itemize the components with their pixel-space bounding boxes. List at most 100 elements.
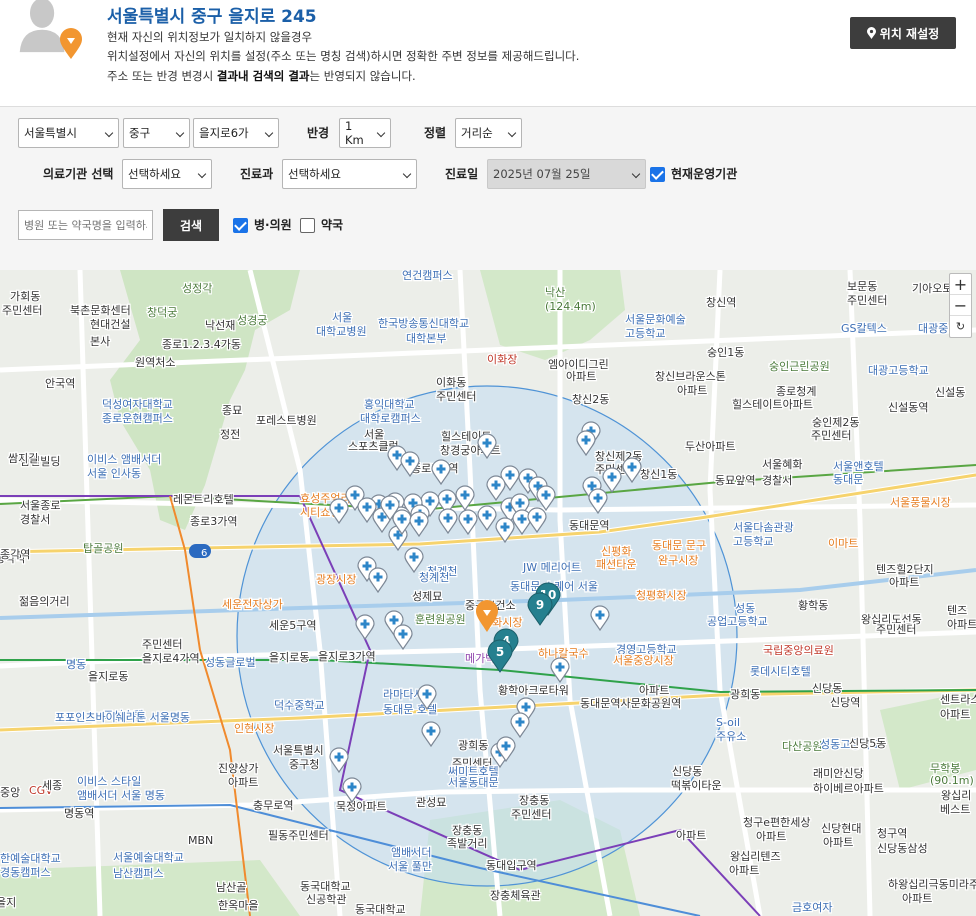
map-place-label: 대광고등학교 (868, 364, 929, 377)
map-place-label: 대학본부 (406, 332, 446, 345)
map-reset-button[interactable]: ↻ (950, 316, 971, 337)
operating-checkbox[interactable] (650, 167, 665, 182)
map-place-label: 서울 풀만 (388, 860, 432, 873)
map-place-label: 서울예술대학교 (113, 851, 184, 864)
map-place-label: 주민센터 (511, 808, 551, 821)
map-place-label: 주민센터 (142, 638, 182, 651)
map-place-label: 중구청 (289, 758, 319, 771)
institution-search-input[interactable] (18, 210, 153, 240)
sort-label: 정렬 (424, 126, 447, 140)
map-place-label: 창신2동 (572, 393, 609, 406)
map-place-label: 주민센터 (2, 304, 42, 317)
map-place-label: 왕십리 (941, 789, 971, 802)
map-view[interactable]: 연건캠퍼스 낙산 (124.4m) 창신역 보문동 주민센터 기아오토 가회동 주민센터 성정각 창… (0, 270, 976, 916)
map-place-label: 청구e편한세상 (743, 816, 811, 829)
map-place-label: 세종 (42, 779, 62, 792)
map-place-label: 떡볶이타운 (671, 779, 722, 792)
map-place-label: 장충체육관 (490, 889, 541, 902)
map-place-label: 앰배서더 서울 명동 (77, 789, 165, 802)
map-place-label: 낙산 (545, 286, 565, 299)
map-place-label: 덕수중학교 (274, 699, 325, 712)
map-place-label: 앰배서더 (391, 846, 431, 859)
map-place-label: 동대입구역 (486, 859, 537, 872)
search-button[interactable]: 검색 (163, 209, 219, 241)
map-place-label: 진양상가 (218, 762, 258, 775)
map-place-label: 연건캠퍼스 (402, 270, 453, 282)
map-place-label: 이비스 스타일 (77, 774, 141, 788)
map-place-label: 동묘앞역 (715, 474, 755, 487)
map-place-label: 신당동 (672, 765, 702, 778)
sido-select[interactable]: 서울특별시 (18, 118, 119, 148)
map-place-label: 하왕십리극동미라주 (888, 877, 976, 891)
map-place-label: 서울 (332, 311, 352, 324)
map-place-label: 센트라스 (940, 693, 976, 706)
map-place-label: 창신브라운스톤 (655, 370, 726, 383)
map-place-label: 아파트 (677, 384, 707, 397)
hospital-checkbox[interactable] (233, 218, 248, 233)
map-place-label: 아파트 (947, 618, 976, 631)
zoom-out-button[interactable]: − (950, 295, 971, 316)
dept-label: 진료과 (240, 167, 274, 181)
sigungu-select[interactable]: 중구 (123, 118, 190, 148)
map-place-label: 아파트 (639, 684, 669, 697)
map-place-label: 성정각 (182, 282, 212, 295)
map-place-label: 이마트 (828, 537, 858, 550)
map-place-label: 경동캠퍼스 (0, 866, 51, 879)
map-place-label: 아파트 (823, 836, 853, 849)
map-place-label: 하나칼국수 (538, 646, 589, 660)
cluster-count: 9 (536, 598, 544, 612)
pharmacy-checkbox[interactable] (300, 218, 315, 233)
location-info-panel: 서울특별시 중구 을지로 245 현재 자신의 위치정보가 일치하지 않을경우 … (0, 0, 976, 107)
map-place-label: MBN (188, 834, 213, 847)
map-place-label: 보문동 (847, 280, 877, 293)
map-place-label: 을지로동 (88, 670, 128, 683)
map-place-label: 동국대학교 (300, 880, 351, 893)
current-address: 서울특별시 중구 을지로 245 (107, 7, 317, 27)
map-place-label: 장충동 (452, 824, 482, 837)
map-place-label: 고등학교 (733, 535, 773, 548)
map-place-label: 베스트 (940, 803, 970, 816)
map-place-label: 성동글로벌 (205, 656, 256, 669)
institution-select[interactable]: 선택하세요 (122, 159, 212, 189)
map-place-label: 신설동역 (888, 401, 928, 414)
map-place-label: 훈련원공원 (415, 613, 466, 626)
map-place-label: 남산골 (216, 881, 246, 894)
map-canvas[interactable]: 연건캠퍼스낙산(124.4m) 창신역보문동주민센터기아오토가회동주민센터성정각창… (0, 270, 976, 916)
map-place-label: 동대문 문구 (652, 539, 706, 552)
map-place-label: 세운5구역 (269, 619, 316, 632)
sort-select[interactable]: 거리순 (455, 118, 522, 148)
map-place-label: 명동역 (64, 807, 94, 820)
map-place-label: 한예술대학교 (0, 852, 61, 865)
institution-label: 의료기관 선택 (43, 167, 114, 181)
map-place-label: 경찰서 (20, 513, 50, 526)
map-place-label: 명동 (66, 658, 86, 671)
map-place-label: 동대문 (833, 473, 863, 486)
map-place-label: 광희동 (730, 688, 760, 701)
map-place-label: 장충동 (519, 794, 549, 807)
map-place-label: 젊음의거리 (19, 595, 70, 608)
radius-select[interactable]: 1 Km (339, 118, 391, 148)
map-place-label: 묵정아파트 (336, 800, 387, 813)
map-place-label: 성제묘 (412, 590, 442, 603)
map-place-label: 서울 인사동 (87, 467, 141, 480)
location-reset-button[interactable]: 위치 재설정 (850, 17, 956, 49)
zoom-in-button[interactable]: + (950, 274, 971, 295)
map-place-label: 주유소 (716, 730, 746, 743)
map-place-label: 을지로4가역 (142, 652, 200, 665)
map-place-label: 이화동 (436, 376, 466, 389)
map-place-label: 신설동 (935, 386, 965, 399)
map-place-label: 국립중앙의료원 (763, 644, 834, 657)
dong-select[interactable]: 을지로6가 (193, 118, 279, 148)
map-place-label: 한옥마을 (218, 899, 258, 912)
map-place-label: 신당역 (830, 696, 860, 709)
map-place-label: 레몬트리호텔 (173, 493, 234, 506)
map-place-label: 종로운현캠퍼스 (102, 412, 173, 425)
map-place-label: 서울중앙시장 (613, 654, 674, 667)
map-place-label: 주민센터 (876, 623, 916, 636)
map-place-label: 안국역 (45, 377, 75, 390)
map-place-label: 창덕궁 (147, 306, 177, 319)
dept-select[interactable]: 선택하세요 (282, 159, 417, 189)
date-select[interactable]: 2025년 07월 25일 (487, 159, 646, 189)
map-place-label: 6 (201, 548, 207, 559)
map-place-label: JW 메리어트 (522, 561, 581, 574)
